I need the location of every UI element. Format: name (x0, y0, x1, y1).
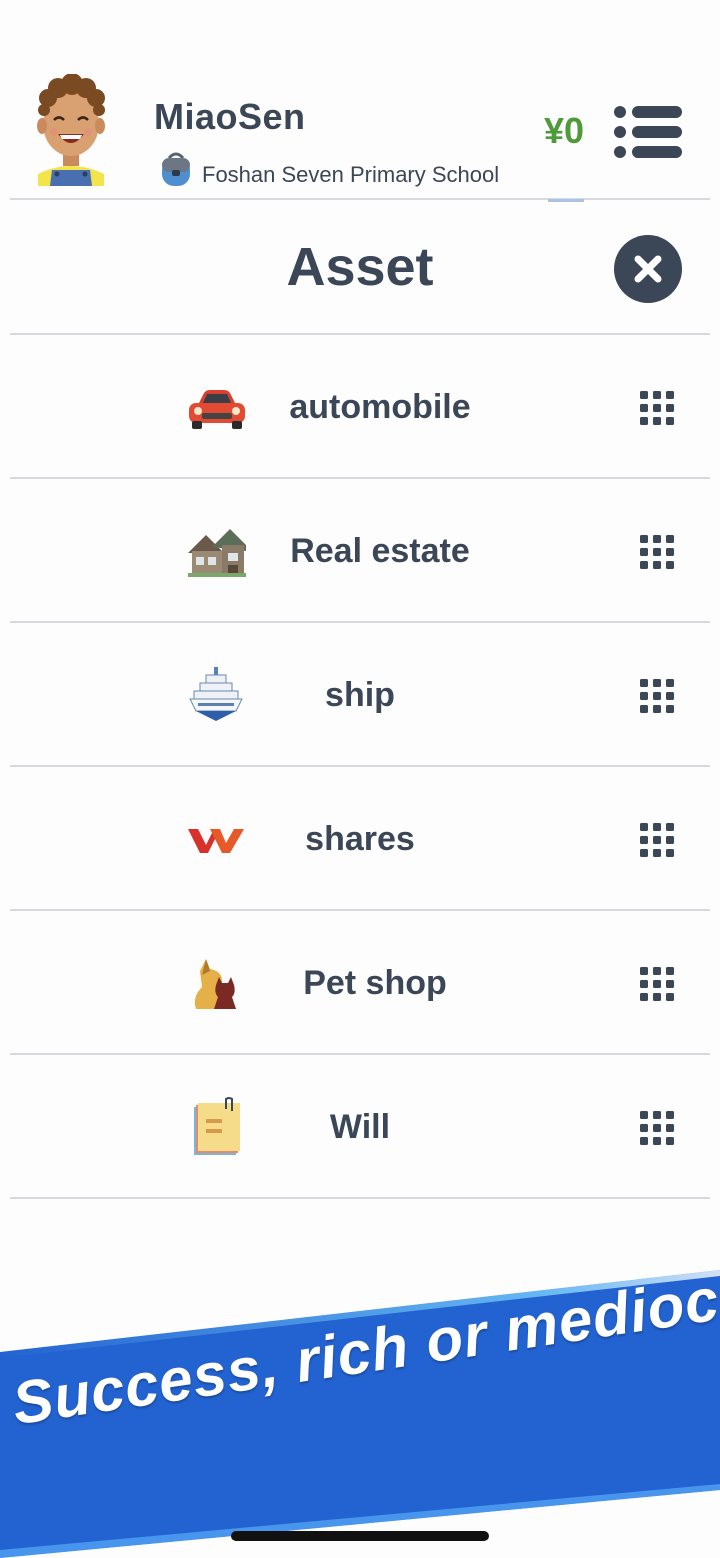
home-indicator[interactable] (231, 1531, 489, 1541)
asset-row-pet-shop[interactable]: Pet shop (10, 911, 710, 1055)
asset-row-shares[interactable]: shares (10, 767, 710, 911)
close-icon (634, 255, 662, 283)
asset-row-automobile[interactable]: automobile (10, 335, 710, 479)
asset-label: shares (305, 820, 415, 858)
grid-icon[interactable] (640, 1111, 674, 1145)
header-divider (10, 198, 710, 200)
asset-row-ship[interactable]: ship (10, 623, 710, 767)
asset-row-will[interactable]: Will (10, 1055, 710, 1199)
asset-label: Pet shop (303, 964, 447, 1002)
asset-label: Real estate (290, 532, 470, 570)
school-bag-icon (162, 152, 190, 186)
asset-row-real-estate[interactable]: Real estate (10, 479, 710, 623)
asset-label: ship (325, 676, 395, 714)
grid-icon[interactable] (640, 535, 674, 569)
grid-icon[interactable] (640, 823, 674, 857)
asset-list: automobile Real estate ship shares Pet s… (10, 335, 710, 1199)
close-button[interactable] (614, 235, 682, 303)
asset-label: Will (329, 1108, 391, 1146)
asset-label: automobile (289, 388, 471, 426)
header-accent-line (548, 199, 584, 202)
balance-amount: ¥0 (544, 110, 585, 151)
school-name: Foshan Seven Primary School (202, 162, 500, 187)
avatar[interactable] (30, 74, 112, 186)
grid-icon[interactable] (640, 679, 674, 713)
username: MiaoSen (154, 96, 306, 137)
menu-icon[interactable] (612, 104, 684, 160)
grid-icon[interactable] (640, 391, 674, 425)
grid-icon[interactable] (640, 967, 674, 1001)
panel-title: Asset (286, 237, 434, 297)
profile-header: MiaoSen Foshan Seven Primary School ¥0 (0, 0, 720, 202)
